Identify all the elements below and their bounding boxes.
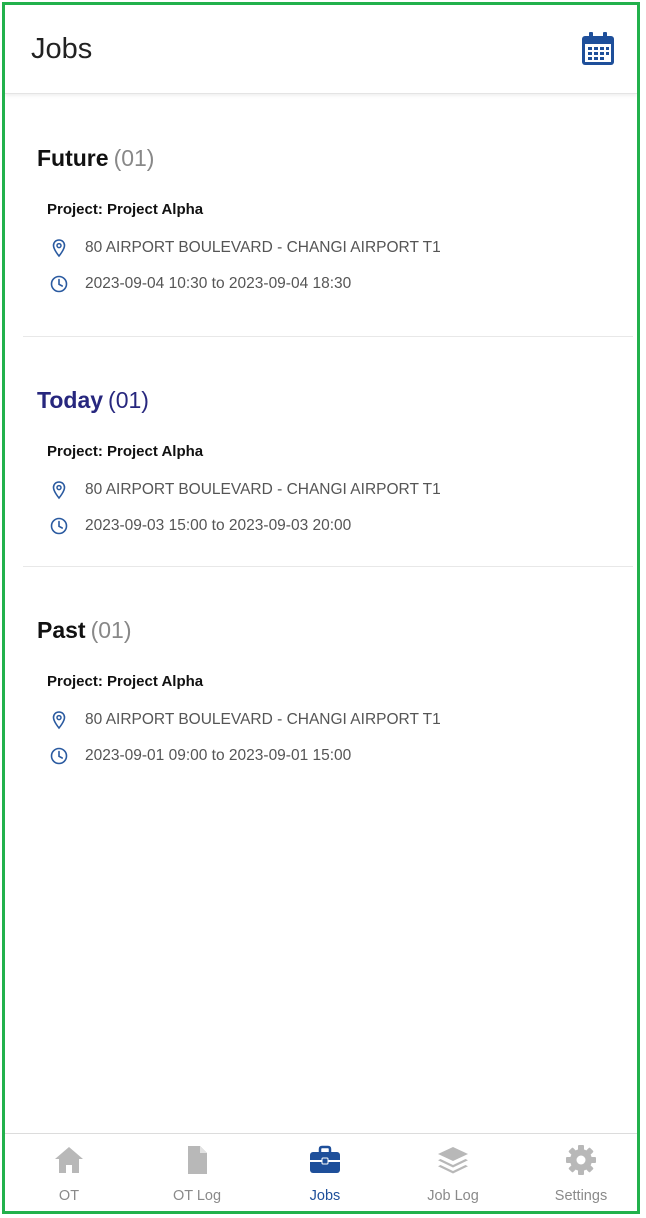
job-time: 2023-09-03 15:00 to 2023-09-03 20:00 <box>85 517 352 534</box>
calendar-button[interactable] <box>580 31 616 67</box>
nav-item-ot-log[interactable]: OT Log <box>137 1134 257 1211</box>
nav-label: OT Log <box>172 1188 222 1204</box>
bottom-nav: OT OT Log Jobs Job Log Settings <box>5 1133 637 1211</box>
job-card[interactable]: Project: Project Alpha 80 AIRPORT BOULEV… <box>47 193 617 303</box>
briefcase-icon <box>310 1145 340 1173</box>
location-pin-icon <box>52 239 66 258</box>
nav-item-ot[interactable]: OT <box>9 1134 129 1211</box>
section-today: Today (01) Project: Project Alpha 80 AIRP… <box>23 335 637 565</box>
clock-icon <box>50 275 68 293</box>
clock-icon <box>50 747 68 765</box>
calendar-icon <box>582 32 614 65</box>
job-project: Project: Project Alpha <box>47 201 204 218</box>
job-card[interactable]: Project: Project Alpha 80 AIRPORT BOULEV… <box>47 665 617 775</box>
nav-item-job-log[interactable]: Job Log <box>393 1134 513 1211</box>
section-count: (01) <box>90 617 132 643</box>
location-pin-icon <box>52 711 66 730</box>
job-location: 80 AIRPORT BOULEVARD - CHANGI AIRPORT T1 <box>85 711 441 728</box>
home-icon <box>55 1147 83 1173</box>
nav-item-jobs[interactable]: Jobs <box>265 1134 385 1211</box>
job-time: 2023-09-04 10:30 to 2023-09-04 18:30 <box>85 275 352 292</box>
job-card[interactable]: Project: Project Alpha 80 AIRPORT BOULEV… <box>47 435 617 545</box>
app-frame: Jobs Future (01) Project: Project Alpha … <box>2 2 640 1214</box>
section-heading-past: Past (01) <box>37 617 132 644</box>
section-future: Future (01) Project: Project Alpha 80 AIR… <box>23 93 637 323</box>
job-time: 2023-09-01 09:00 to 2023-09-01 15:00 <box>85 747 352 764</box>
section-past: Past (01) Project: Project Alpha 80 AIRPO… <box>23 565 637 795</box>
layers-icon <box>438 1147 468 1174</box>
clock-icon <box>50 517 68 535</box>
section-title: Future <box>37 145 109 171</box>
job-project: Project: Project Alpha <box>47 443 204 460</box>
section-heading-today: Today (01) <box>37 387 149 414</box>
gear-icon <box>566 1145 596 1175</box>
nav-item-settings[interactable]: Settings <box>521 1134 637 1211</box>
job-project: Project: Project Alpha <box>47 673 204 690</box>
nav-label: Jobs <box>309 1188 341 1204</box>
location-pin-icon <box>52 481 66 500</box>
page-title: Jobs <box>31 33 93 65</box>
app-bar: Jobs <box>5 5 637 94</box>
section-heading-future: Future (01) <box>37 145 154 172</box>
job-location: 80 AIRPORT BOULEVARD - CHANGI AIRPORT T1 <box>85 481 441 498</box>
section-title: Past <box>37 617 86 643</box>
section-title: Today <box>37 387 104 413</box>
section-count: (01) <box>108 387 149 413</box>
section-count: (01) <box>113 145 155 171</box>
nav-label: OT <box>58 1188 80 1204</box>
job-location: 80 AIRPORT BOULEVARD - CHANGI AIRPORT T1 <box>85 239 441 256</box>
nav-label: Job Log <box>427 1188 479 1204</box>
document-icon <box>188 1146 207 1174</box>
nav-label: Settings <box>554 1188 608 1204</box>
